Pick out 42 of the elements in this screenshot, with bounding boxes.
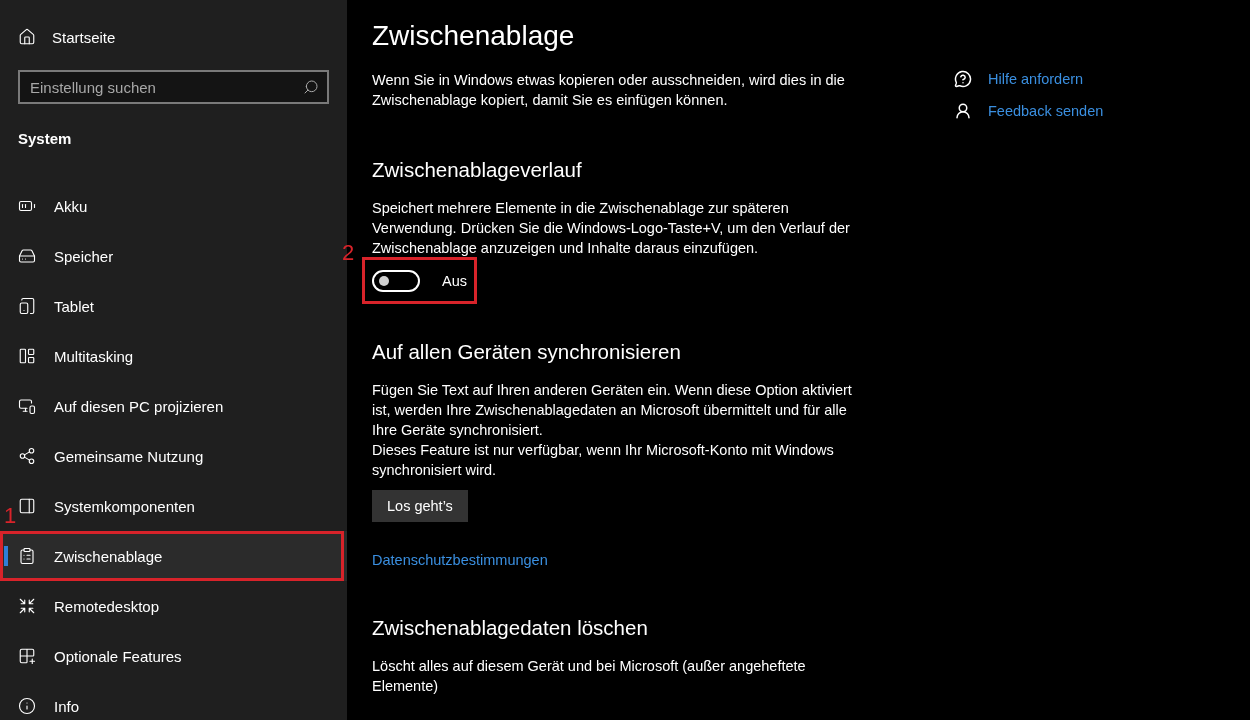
sidebar-item[interactable]: Gemeinsame Nutzung [0, 431, 347, 481]
sidebar-item[interactable]: Akku [0, 181, 347, 231]
section-heading: Auf allen Geräten synchronisieren [372, 340, 682, 364]
sidebar-item[interactable]: Tablet [0, 281, 347, 331]
section-text: Fügen Sie Text auf Ihren anderen Geräten ein. Wenn diese Option aktiviert ist, werden Ihre Zwischenablagedaten an Microsoft übermittelt und für alle Ihre Geräte synchronisiert. [372, 381, 853, 440]
annotation-number: 1 [4, 505, 17, 527]
section-heading: Zwischenablageverlauf [372, 158, 583, 182]
info-icon [18, 697, 36, 715]
sidebar-item[interactable]: Auf diesen PC projizieren [0, 381, 347, 431]
arrows-icon [18, 597, 36, 615]
person-icon [954, 102, 972, 120]
section-title: System [17, 129, 73, 147]
toggle-switch[interactable] [372, 270, 420, 292]
search-icon [303, 79, 319, 95]
drive-icon [18, 247, 36, 265]
start-button[interactable]: Los geht’s [372, 490, 468, 522]
section-text: Dieses Feature ist nur verfügbar, wenn Ihr Microsoft-Konto mit Windows synchronisiert wird. [372, 441, 835, 480]
section-text: Löscht alles auf diesem Gerät und bei Microsoft (außer angeheftete Elemente) [372, 657, 807, 696]
clipboard-icon [18, 547, 36, 565]
tablet-icon [18, 297, 36, 315]
page-title: Zwischenablage [372, 20, 576, 52]
sidebar-item[interactable]: Info [0, 681, 347, 720]
help-bubble-icon [954, 70, 972, 88]
section-heading: Zwischenablagedaten löschen [372, 616, 649, 640]
annotation-number: 2 [342, 242, 355, 264]
sidebar-item[interactable]: Remotedesktop [0, 581, 347, 631]
intro-text: Wenn Sie in Windows etwas kopieren oder ausschneiden, wird dies in die Zwischenablage kopiert, damit Sie es einfügen können. [372, 71, 846, 110]
panel-icon [18, 497, 36, 515]
monitors-icon [18, 397, 36, 415]
toggle-label: Aus [442, 273, 467, 289]
section-text: Speichert mehrere Elemente in die Zwischenablage zur späteren Verwendung. Drücken Sie die Windows-Logo-Taste+V, um den Verlauf der Zwischenablage anzuzeigen und Inhalte daraus einzufügen. [372, 199, 851, 258]
sidebar-item[interactable]: Optionale Features [0, 631, 347, 681]
panels-icon [18, 347, 36, 365]
sidebar-item[interactable]: Multitasking [0, 331, 347, 381]
home-link[interactable]: Startseite [0, 22, 347, 52]
search-field[interactable]: Einstellung suchen [18, 70, 329, 104]
side-link[interactable]: Feedback senden [954, 102, 1104, 120]
share-icon [18, 447, 36, 465]
privacy-link[interactable]: Datenschutzbestimmungen [372, 552, 548, 568]
grid-plus-icon [18, 647, 36, 665]
side-link[interactable]: Hilfe anfordern [954, 70, 1104, 88]
home-icon [18, 28, 36, 46]
